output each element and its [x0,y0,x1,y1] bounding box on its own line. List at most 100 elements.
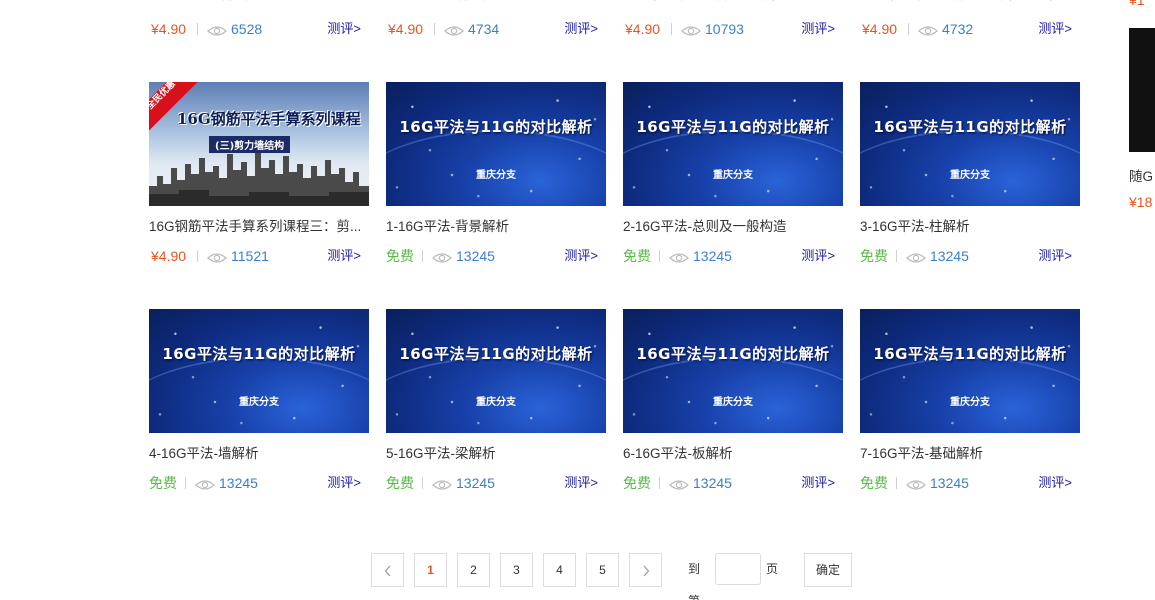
course-title-fragment[interactable]: 16G钢筋平法手算系列课程二：柱... [860,0,1080,6]
review-link[interactable]: 测评> [564,20,598,38]
chevron-left-icon [384,565,390,577]
course-thumbnail[interactable]: 16G平法与11G的对比解析 重庆分支 [386,82,606,206]
next-page-button[interactable] [629,553,662,587]
course-title[interactable]: 6-16G平法-板解析 [623,445,843,463]
view-count: 6528 [231,21,263,37]
course-title[interactable]: 3-16G平法-柱解析 [860,218,1080,236]
view-count: 13245 [693,248,732,264]
meta-divider [659,477,660,489]
prev-page-button[interactable] [371,553,404,587]
price-label: ¥4.90 [388,21,424,37]
course-meta: ¥4.90 4732 测评> [860,20,1080,38]
course-title[interactable]: 2-16G平法-总则及一般构造 [623,218,843,236]
course-title[interactable]: 4-16G平法-墙解析 [149,445,369,463]
thumbnail-subtitle: 重庆分支 [950,170,990,181]
review-link[interactable]: 测评> [327,20,361,38]
thumbnail-title: 16G平法与11G的对比解析 [162,345,356,363]
review-link[interactable]: 测评> [564,247,598,265]
thumbnail-title: 16G平法与11G的对比解析 [873,345,1067,363]
course-card[interactable]: 16G平法与11G的对比解析 重庆分支 5-16G平法-梁解析 免费 13245 测评> [386,309,606,492]
review-link[interactable]: 测评> [564,474,598,492]
review-link[interactable]: 测评> [801,20,835,38]
course-thumbnail[interactable]: 16G平法与11G的对比解析重庆分支 [860,309,1080,433]
eye-icon [906,250,926,263]
thumbnail-subtitle: 重庆分支 [476,170,516,181]
course-card[interactable]: 全民优惠 16G钢筋平法手算系列课程 (三)剪力墙结构 16G钢筋平法手算系列课程三：… [149,82,369,265]
side-price-fragment: ¥1 [1129,0,1155,6]
review-link[interactable]: 测评> [801,474,835,492]
goto-page-input[interactable] [715,553,761,585]
free-badge: 免费 [860,475,888,491]
course-title-fragment[interactable]: 16G与11G新旧平法对比 系列一：... [149,0,369,6]
course-title[interactable]: 7-16G平法-基础解析 [860,445,1080,463]
review-link[interactable]: 测评> [1038,20,1072,38]
course-title[interactable]: 5-16G平法-梁解析 [386,445,606,463]
meta-divider [422,477,423,489]
free-badge: 免费 [860,248,888,264]
course-meta: 免费 13245 测评> [860,474,1080,492]
free-badge: 免费 [623,248,651,264]
thumbnail-title: 16G平法与11G的对比解析 [873,118,1067,136]
free-badge: 免费 [386,475,414,491]
page-2-button[interactable]: 2 [457,553,490,587]
course-thumbnail[interactable]: 16G平法与11G的对比解析 重庆分支 [623,82,843,206]
price-label: ¥4.90 [151,248,187,264]
course-card[interactable]: 16G平法与11G的对比解析重庆分支 7-16G平法-基础解析 免费 13245 测评> [860,309,1080,492]
thumbnail-subtitle: (三)剪力墙结构 [209,136,291,153]
page-5-button[interactable]: 5 [586,553,619,587]
course-card[interactable]: 16G平法与11G的对比解析 重庆分支 1-16G平法-背景解析 免费 13245 测评> [386,82,606,265]
course-thumbnail[interactable]: 16G平法与11G的对比解析 重庆分支 [386,309,606,433]
eye-icon [432,250,452,263]
meta-divider [197,23,198,35]
review-link[interactable]: 测评> [801,247,835,265]
course-thumbnail[interactable]: 16G平法与11G的对比解析 重庆分支 [623,309,843,433]
review-link[interactable]: 测评> [327,247,361,265]
city-skyline-image [149,150,369,206]
page-4-button[interactable]: 4 [543,553,576,587]
course-meta: 免费 13245 测评> [623,474,843,492]
eye-icon [207,23,227,36]
side-thumbnail[interactable] [1129,28,1155,152]
course-title[interactable]: 1-16G平法-背景解析 [386,218,606,236]
view-count: 4732 [942,21,974,37]
course-thumbnail[interactable]: 全民优惠 16G钢筋平法手算系列课程 (三)剪力墙结构 [149,82,369,206]
page-3-button[interactable]: 3 [500,553,533,587]
view-count: 13245 [456,475,495,491]
meta-divider [896,477,897,489]
course-thumbnail[interactable]: 16G平法与11G的对比解析 重庆分支 [149,309,369,433]
goto-suffix-label: 页 [766,562,779,576]
course-card[interactable]: 16G平法与11G的对比解析重庆分支 3-16G平法-柱解析 免费 13245 测评> [860,82,1080,265]
view-count: 13245 [930,248,969,264]
course-meta: 免费 13245 测评> [386,474,606,492]
course-meta: 免费 13245 测评> [386,247,606,265]
view-count: 10793 [705,21,744,37]
view-count: 4734 [468,21,500,37]
course-title[interactable]: 16G钢筋平法手算系列课程三：剪... [149,218,369,236]
course-title-fragment[interactable]: 16G与11G新旧平法对比 系列二：... [386,0,606,6]
course-card[interactable]: 16G平法与11G的对比解析 重庆分支 6-16G平法-板解析 免费 13245 测评> [623,309,843,492]
review-link[interactable]: 测评> [1038,247,1072,265]
course-card[interactable]: 16G平法与11G的对比解析 重庆分支 4-16G平法-墙解析 免费 13245 测评> [149,309,369,492]
thumbnail-title: 16G平法与11G的对比解析 [636,345,830,363]
course-thumbnail[interactable]: 16G平法与11G的对比解析重庆分支 [860,82,1080,206]
side-course-title[interactable]: 随G [1129,165,1155,185]
review-link[interactable]: 测评> [1038,474,1072,492]
meta-divider [908,23,909,35]
meta-divider [422,250,423,262]
thumbnail-subtitle: 重庆分支 [950,397,990,408]
eye-icon [669,477,689,490]
eye-icon [906,477,926,490]
thumbnail-title: 16G钢筋平法手算系列课程 [177,110,361,128]
eye-icon [195,477,215,490]
review-link[interactable]: 测评> [327,474,361,492]
course-title-fragment[interactable]: 16G钢筋平法手算系列课程一：通... [623,0,843,6]
course-meta: 免费 13245 测评> [623,247,843,265]
free-badge: 免费 [149,475,177,491]
view-count: 11521 [231,248,269,264]
course-card[interactable]: 16G平法与11G的对比解析 重庆分支 2-16G平法-总则及一般构造 免费 13245… [623,82,843,265]
page-1-button[interactable]: 1 [414,553,447,587]
price-label: ¥4.90 [625,21,661,37]
goto-confirm-button[interactable]: 确定 [804,553,852,587]
course-title-text: 16G与11G新旧平法对比 系列二：... [386,0,600,2]
course-meta: ¥4.90 6528 测评> [149,20,369,38]
